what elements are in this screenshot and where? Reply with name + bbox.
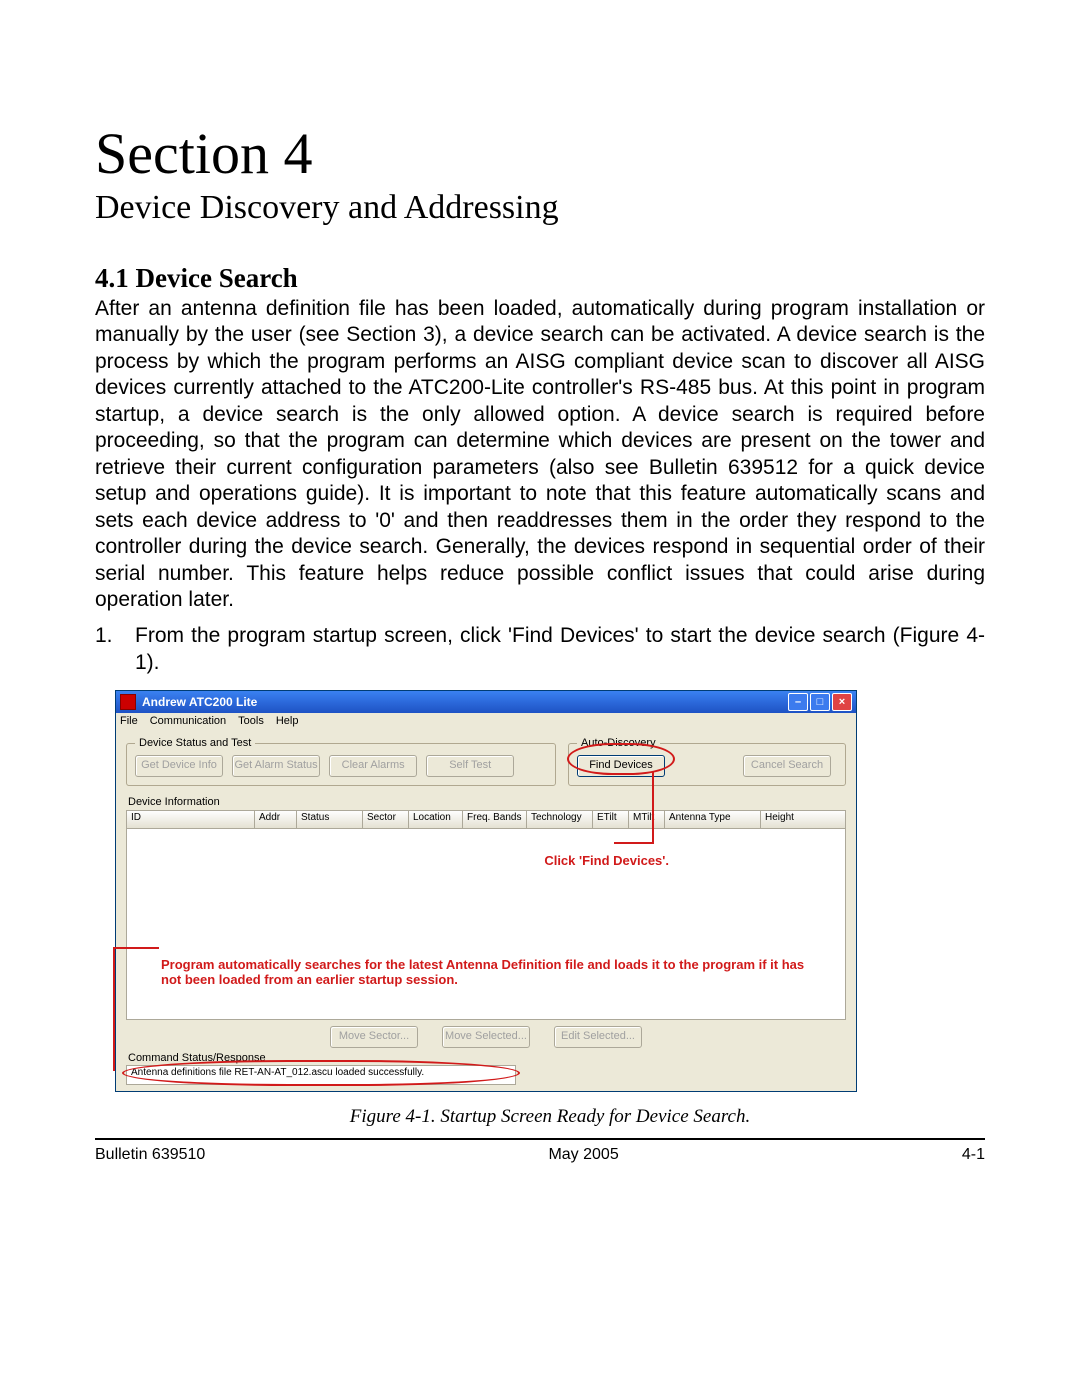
titlebar[interactable]: Andrew ATC200 Lite – □ × <box>116 691 856 713</box>
app-icon <box>120 694 136 710</box>
col-status[interactable]: Status <box>297 811 363 828</box>
annotation-auto-load: Program automatically searches for the l… <box>161 957 815 987</box>
step-number: 1. <box>95 623 135 649</box>
col-location[interactable]: Location <box>409 811 463 828</box>
col-height[interactable]: Height <box>761 811 845 828</box>
app-window: Andrew ATC200 Lite – □ × File Communicat… <box>115 690 857 1092</box>
callout-line <box>652 771 654 843</box>
section-number: Section 4 <box>95 120 985 187</box>
step-1: 1.From the program startup screen, click… <box>95 623 985 676</box>
edit-selected-button[interactable]: Edit Selected... <box>554 1026 642 1048</box>
section-title: Device Discovery and Addressing <box>95 189 985 227</box>
col-technology[interactable]: Technology <box>527 811 593 828</box>
figure-4-1: Andrew ATC200 Lite – □ × File Communicat… <box>115 690 985 1128</box>
col-freq-bands[interactable]: Freq. Bands <box>463 811 527 828</box>
footer-page-number: 4-1 <box>962 1146 985 1164</box>
footer-bulletin: Bulletin 639510 <box>95 1146 205 1164</box>
group-device-status-label: Device Status and Test <box>135 737 255 749</box>
callout-oval-find-devices <box>567 743 675 775</box>
heading-4-1: 4.1 Device Search <box>95 263 985 294</box>
move-sector-button[interactable]: Move Sector... <box>330 1026 418 1048</box>
step-text: From the program startup screen, click '… <box>135 624 985 673</box>
callout-line <box>614 842 654 844</box>
page-footer: Bulletin 639510 May 2005 4-1 <box>95 1146 985 1164</box>
close-button[interactable]: × <box>832 693 852 711</box>
maximize-button[interactable]: □ <box>810 693 830 711</box>
callout-line <box>113 947 159 949</box>
client-area: Device Status and Test Get Device Info G… <box>116 729 856 1091</box>
bottom-toolbar: Move Sector... Move Selected... Edit Sel… <box>126 1026 846 1048</box>
clear-alarms-button[interactable]: Clear Alarms <box>329 755 417 777</box>
device-information-label: Device Information <box>128 796 846 808</box>
menu-tools[interactable]: Tools <box>238 715 264 727</box>
col-mtilt[interactable]: MTilt <box>629 811 665 828</box>
device-information-section: Device Information ID Addr Status Sector… <box>126 796 846 1020</box>
document-page: Section 4 Device Discovery and Addressin… <box>0 0 1080 1397</box>
menu-help[interactable]: Help <box>276 715 299 727</box>
window-title: Andrew ATC200 Lite <box>142 695 788 709</box>
get-device-info-button[interactable]: Get Device Info <box>135 755 223 777</box>
cancel-search-button[interactable]: Cancel Search <box>743 755 831 777</box>
callout-oval-status <box>122 1060 520 1086</box>
device-table-header: ID Addr Status Sector Location Freq. Ban… <box>126 810 846 829</box>
col-id[interactable]: ID <box>127 811 255 828</box>
group-device-status: Device Status and Test Get Device Info G… <box>126 737 556 786</box>
menubar: File Communication Tools Help <box>116 713 856 729</box>
col-addr[interactable]: Addr <box>255 811 297 828</box>
col-etilt[interactable]: ETilt <box>593 811 629 828</box>
menu-file[interactable]: File <box>120 715 138 727</box>
callout-line <box>113 947 115 1071</box>
figure-caption: Figure 4-1. Startup Screen Ready for Dev… <box>115 1106 985 1128</box>
annotation-click-find: Click 'Find Devices'. <box>544 853 669 868</box>
device-table-body[interactable]: Click 'Find Devices'. Program automatica… <box>126 829 846 1020</box>
get-alarm-status-button[interactable]: Get Alarm Status <box>232 755 320 777</box>
col-antenna-type[interactable]: Antenna Type <box>665 811 761 828</box>
paragraph-device-search: After an antenna definition file has bee… <box>95 296 985 613</box>
move-selected-button[interactable]: Move Selected... <box>442 1026 530 1048</box>
col-sector[interactable]: Sector <box>363 811 409 828</box>
self-test-button[interactable]: Self Test <box>426 755 514 777</box>
minimize-button[interactable]: – <box>788 693 808 711</box>
footer-rule <box>95 1138 985 1140</box>
footer-date: May 2005 <box>548 1146 618 1164</box>
menu-communication[interactable]: Communication <box>150 715 226 727</box>
